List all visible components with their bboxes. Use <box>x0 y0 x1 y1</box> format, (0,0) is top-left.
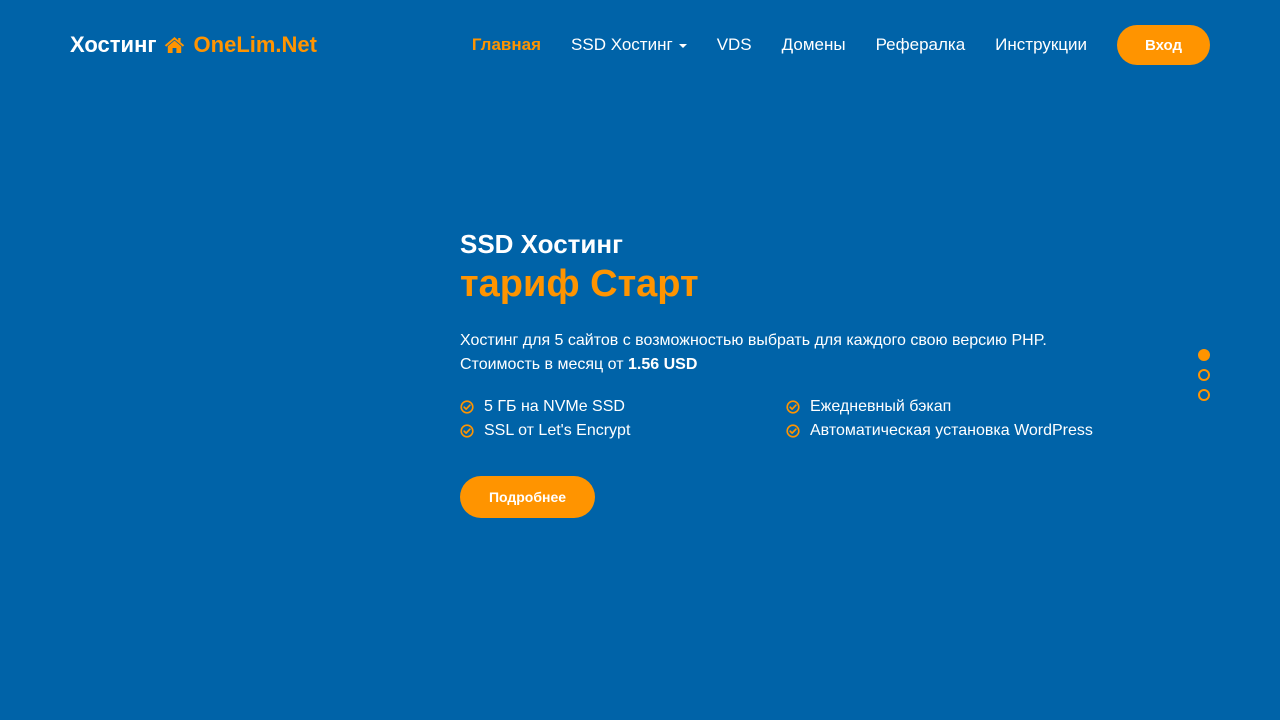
nav-item-label: Инструкции <box>995 35 1087 54</box>
feature-label: Автоматическая установка WordPress <box>810 422 1093 439</box>
feature-list: 5 ГБ на NVMe SSD Ежедневный бэкап SSL от… <box>460 397 1140 441</box>
nav-item-label: VDS <box>716 35 752 54</box>
feature-label: Ежедневный бэкап <box>810 398 952 415</box>
nav-item-label: Домены <box>781 35 846 54</box>
check-circle-icon <box>460 400 474 414</box>
slider-dot-1[interactable] <box>1198 349 1210 361</box>
login-button[interactable]: Вход <box>1117 25 1210 65</box>
caret-down-icon <box>678 44 687 48</box>
hero-description: Хостинг для 5 сайтов с возможностью выбр… <box>460 329 1140 377</box>
nav-item-domains[interactable]: Домены <box>782 35 846 55</box>
check-circle-icon <box>460 424 474 438</box>
logo-word: Хостинг <box>70 32 157 57</box>
slider-dot-2[interactable] <box>1198 369 1210 381</box>
hero-title: тариф Старт <box>460 263 699 305</box>
page: Хостинг OneLim.Net Главная SSD Хостинг V… <box>0 0 1280 720</box>
home-icon <box>164 36 185 54</box>
nav-item-vds[interactable]: VDS <box>717 35 752 55</box>
feature-item: SSL от Let's Encrypt <box>460 421 786 441</box>
hero-description-text: Хостинг для 5 сайтов с возможностью выбр… <box>460 332 1047 349</box>
check-circle-icon <box>786 424 800 438</box>
site-header: Хостинг OneLim.Net Главная SSD Хостинг V… <box>0 0 1280 90</box>
more-details-button[interactable]: Подробнее <box>460 476 595 518</box>
nav-item-label: Рефералка <box>875 35 966 54</box>
hero-slide: SSD Хостинг тариф Старт Хостинг для 5 са… <box>460 228 1140 518</box>
slider-dot-3[interactable] <box>1198 389 1210 401</box>
slider-pagination <box>1198 349 1210 409</box>
site-logo[interactable]: Хостинг OneLim.Net <box>70 31 317 59</box>
feature-label: SSL от Let's Encrypt <box>484 422 631 439</box>
price-value: 1.56 USD <box>628 356 698 373</box>
main-nav: Главная SSD Хостинг VDS Домены Рефералка… <box>472 25 1210 65</box>
nav-item-home[interactable]: Главная <box>472 35 541 55</box>
nav-item-ssd-hosting[interactable]: SSD Хостинг <box>571 35 687 55</box>
feature-item: Ежедневный бэкап <box>786 397 1146 417</box>
check-circle-icon <box>786 400 800 414</box>
feature-item: 5 ГБ на NVMe SSD <box>460 397 786 417</box>
hero-subtitle: SSD Хостинг <box>460 229 623 259</box>
nav-item-label: Главная <box>471 35 542 54</box>
nav-item-referral[interactable]: Рефералка <box>876 35 966 55</box>
feature-label: 5 ГБ на NVMe SSD <box>484 398 625 415</box>
logo-brand: OneLim.Net <box>193 32 317 57</box>
feature-item: Автоматическая установка WordPress <box>786 421 1146 441</box>
nav-item-label: SSD Хостинг <box>571 35 673 54</box>
nav-item-instructions[interactable]: Инструкции <box>995 35 1087 55</box>
price-prefix: Стоимость в месяц от <box>460 356 624 373</box>
